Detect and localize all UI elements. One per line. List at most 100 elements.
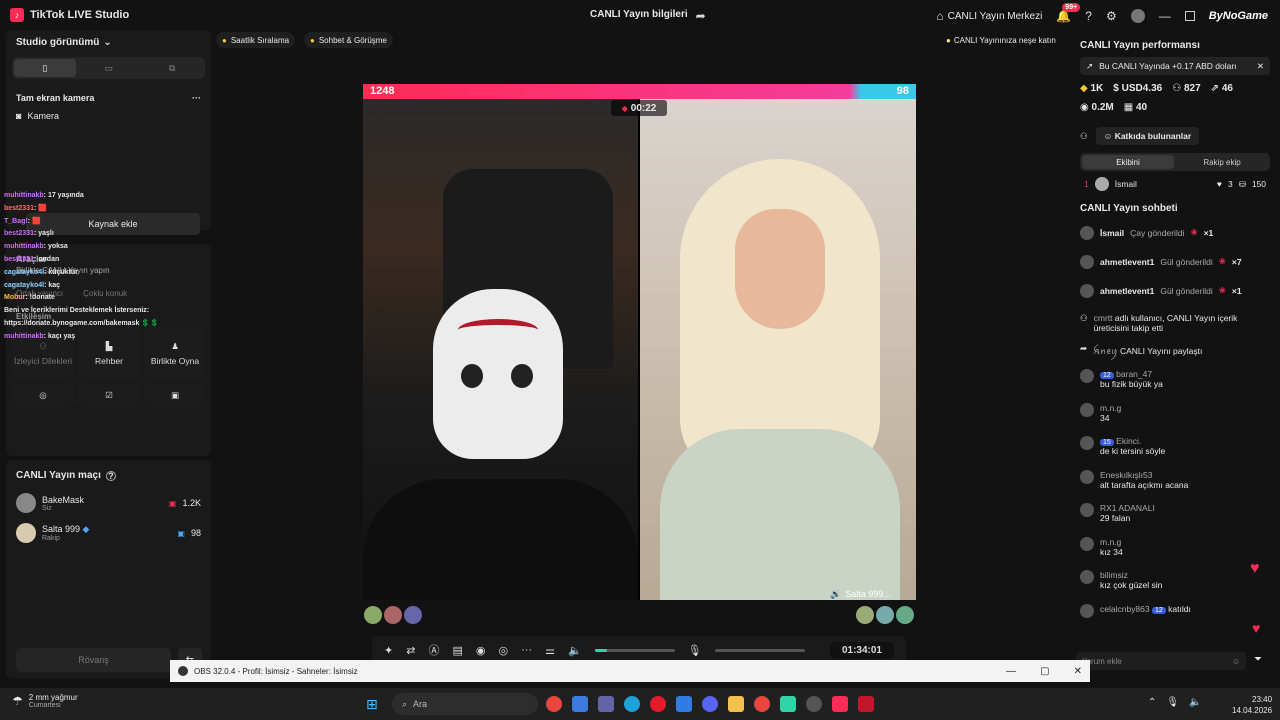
dual-option[interactable]: ⧉ (141, 59, 203, 77)
comment-message[interactable]: Eneskılkışlı53 alt tarafta açıkmı acana (1070, 469, 1280, 504)
comment-message[interactable]: 12 baran_47 bu fizik büyük ya (1070, 369, 1280, 403)
taskbar-search[interactable]: ⌕ Ara (392, 693, 538, 715)
help-icon[interactable]: ? (1085, 9, 1092, 23)
minimize-icon[interactable]: — (1006, 666, 1016, 677)
event-list: ⚇ cmrtt adlı kullanıcı, CANLI Yayın içeri… (1070, 309, 1280, 369)
obs-window-titlebar[interactable]: OBS 32.0.4 - Profil: İsimsiz - Sahneler:… (170, 660, 1090, 682)
comment-message[interactable]: m.n.g kız 34 (1070, 536, 1280, 571)
magic-wand-icon[interactable]: ✦ (384, 644, 393, 657)
sliders-icon[interactable]: ⚌ (545, 644, 555, 657)
supporter-avatar[interactable] (856, 606, 874, 624)
event-message[interactable]: ➦ ꫝꪀꫀꪗ CANLI Yayını paylaştı (1070, 339, 1280, 369)
ai-icon[interactable]: Ⓐ (428, 642, 439, 658)
comment-message[interactable]: bilimsiz kız çok güzel sin (1070, 570, 1280, 604)
gift-message[interactable]: ahmetlevent1 Gül gönderildi ❀ ×7 (1070, 247, 1280, 276)
opponent-label[interactable]: 🔊 Salta 999... (830, 589, 891, 600)
record-icon[interactable]: ◉ (476, 644, 486, 657)
chrome-icon[interactable] (754, 696, 770, 712)
search-icon: ⌕ (402, 698, 408, 709)
gift-list: İsmail Çay gönderildi ❀ ×1 ahmetlevent1 Gül g… (1070, 218, 1280, 305)
comment-message[interactable]: m.n.g 34 (1070, 402, 1280, 437)
chrome-icon[interactable] (546, 696, 562, 712)
obs-icon[interactable] (806, 696, 822, 712)
contributors-button[interactable]: ☺ Katkıda bulunanlar (1095, 127, 1200, 145)
youtube-icon[interactable] (858, 696, 874, 712)
overlay-chat-line: best2331: 🟥 (4, 204, 47, 212)
person-icon[interactable]: ⚇ (1080, 131, 1088, 142)
stats-row-2: ◉ 0.2M ▦ 40 (1070, 96, 1280, 119)
supporter-avatar[interactable] (404, 606, 422, 624)
microphone-icon[interactable]: 🎙 (1166, 697, 1179, 708)
supporter-avatar[interactable] (896, 606, 914, 624)
maximize-icon[interactable]: ▢ (1040, 666, 1049, 677)
live-info-title[interactable]: CANLI Yayın bilgileri ➦ (590, 9, 706, 23)
gift-message[interactable]: İsmail Çay gönderildi ❀ ×1 (1070, 218, 1280, 247)
event-message[interactable]: ⚇ cmrtt adlı kullanıcı, CANLI Yayın içeri… (1070, 309, 1280, 339)
chat-meet-pill[interactable]: ● Sohbet & Görüşme (304, 32, 393, 48)
tab-rival-team[interactable]: Rakip ekip (1176, 155, 1268, 169)
volume-slider[interactable] (594, 648, 675, 652)
translate-icon[interactable]: ⇄ (406, 644, 415, 657)
comment-input[interactable]: Yorum ekle ☺ (1076, 652, 1246, 670)
stats-row-1: ◆ 1K $ USD4.36 ⚇ 827 ⇗ 46 (1070, 75, 1280, 96)
tab-my-team[interactable]: Ekibini (1082, 155, 1174, 169)
weather-widget[interactable]: ☂ 2 mm yağmur Cumartesi (12, 693, 78, 709)
tiktok-icon[interactable] (832, 696, 848, 712)
score-icon: ▣ (177, 528, 185, 538)
edge-icon[interactable] (624, 696, 640, 712)
maximize-icon[interactable] (1184, 11, 1195, 21)
caption-icon[interactable]: ▤ (452, 644, 462, 657)
teams-icon[interactable] (598, 696, 614, 712)
target-tile[interactable]: ◎ (12, 383, 74, 407)
comment-message[interactable]: RX1 ADANALI 29 falan (1070, 503, 1280, 537)
camera-switch-icon[interactable]: ◎ (498, 644, 508, 657)
gift-message[interactable]: ahmetlevent1 Gül gönderildi ❀ ×1 (1070, 276, 1280, 305)
followers-icon: ⚇ (1172, 83, 1182, 94)
volume-icon[interactable]: 🔈 (568, 644, 582, 657)
profile-avatar[interactable] (1130, 9, 1145, 23)
score-left: 1248 (370, 85, 395, 97)
filter-icon[interactable]: ⏷ (1254, 654, 1262, 665)
notification-bell-icon[interactable]: 🔔 99+ (1056, 3, 1081, 23)
chevron-up-icon[interactable]: ⌃ (1148, 697, 1156, 708)
rain-cloud-icon: ☂ (12, 694, 23, 708)
scene-title[interactable]: Tam ekran kamera (16, 93, 94, 103)
comment-message[interactable]: 15 Ekinci. de ki tersini söyle (1070, 436, 1280, 470)
comment-message[interactable]: celalcnby863 12 katıldı (1070, 603, 1280, 638)
volume-icon[interactable]: 🔈 (1189, 697, 1201, 708)
discord-icon[interactable] (702, 696, 718, 712)
rematch-button[interactable]: Rövanş (16, 648, 171, 672)
checklist-tile[interactable]: ☑ (78, 383, 140, 407)
source-camera[interactable]: ◙ Kamera (6, 107, 211, 125)
box-tile[interactable]: ▣ (144, 383, 206, 407)
share-icon: ⇗ (1210, 83, 1220, 94)
joy-pill[interactable]: ● CANLI Yayınınıza neşe katın (942, 32, 1060, 48)
opera-icon[interactable] (650, 696, 666, 712)
mic-slider[interactable] (714, 648, 805, 652)
supporter-avatar[interactable] (364, 606, 382, 624)
studio-view-dropdown[interactable]: Studio görünümü ⌄ (6, 30, 211, 55)
clock[interactable]: 23:40 14.04.2026 (1232, 694, 1272, 716)
start-icon[interactable]: ⊞ (366, 696, 378, 713)
more-icon[interactable]: ··· (521, 644, 532, 656)
emoji-icon[interactable]: ☺ (1232, 657, 1240, 666)
earnings-banner: ↗ Bu CANLI Yayında +0.17 ABD doları ✕ (1080, 57, 1270, 75)
live-match-card: CANLI Yayın maçı? BakeMask Siz ▣ 1.2K Salt… (6, 460, 211, 678)
supporter-avatar[interactable] (384, 606, 402, 624)
store-icon[interactable] (572, 696, 588, 712)
microphone-icon[interactable]: 🎙 (688, 644, 702, 657)
hourly-ranking-pill[interactable]: ● Saatlik Sıralama (216, 32, 296, 48)
info-icon[interactable]: ? (105, 470, 116, 481)
live-center-button[interactable]: ⌂ CANLI Yayın Merkezi (936, 9, 1042, 23)
close-icon[interactable]: ✕ (1074, 666, 1082, 677)
app-icon[interactable] (780, 696, 796, 712)
supporter-avatar[interactable] (876, 606, 894, 624)
portrait-option[interactable]: ▯ (14, 59, 76, 77)
landscape-option[interactable]: ▭ (78, 59, 140, 77)
more-icon[interactable]: ··· (192, 93, 201, 103)
minimize-icon[interactable]: — (1159, 9, 1171, 23)
mail-icon[interactable] (676, 696, 692, 712)
settings-gear-icon[interactable]: ⚙ (1106, 9, 1117, 23)
file-explorer-icon[interactable] (728, 696, 744, 712)
close-icon[interactable]: ✕ (1257, 61, 1264, 72)
